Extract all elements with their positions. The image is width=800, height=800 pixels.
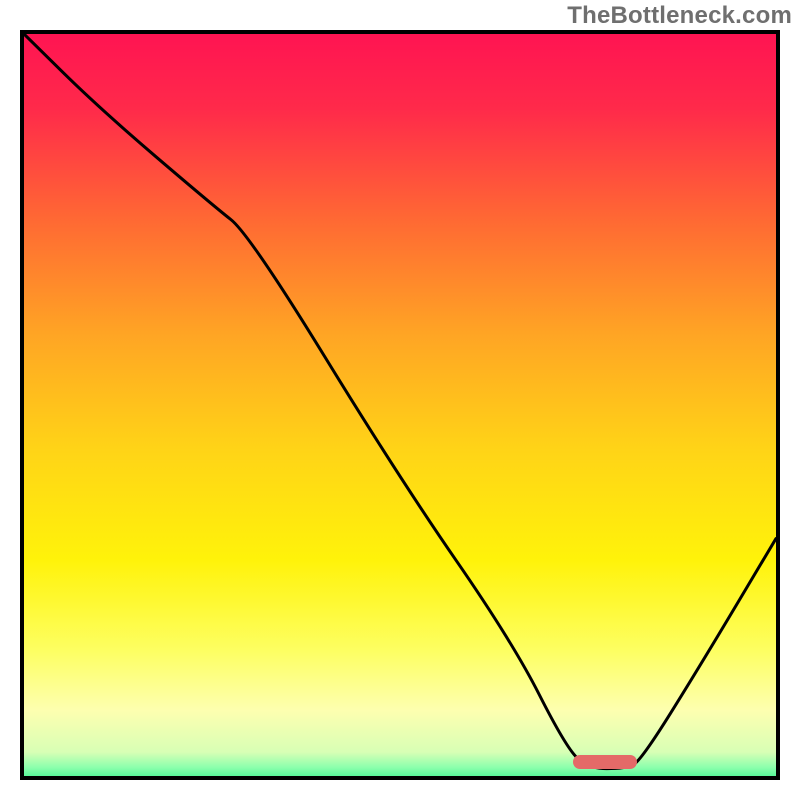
curve-layer xyxy=(24,34,776,776)
chart-frame: TheBottleneck.com xyxy=(0,0,800,800)
bottleneck-curve xyxy=(24,34,776,769)
watermark-text: TheBottleneck.com xyxy=(567,2,792,30)
plot-area xyxy=(20,30,780,780)
optimal-region-marker xyxy=(573,755,637,769)
